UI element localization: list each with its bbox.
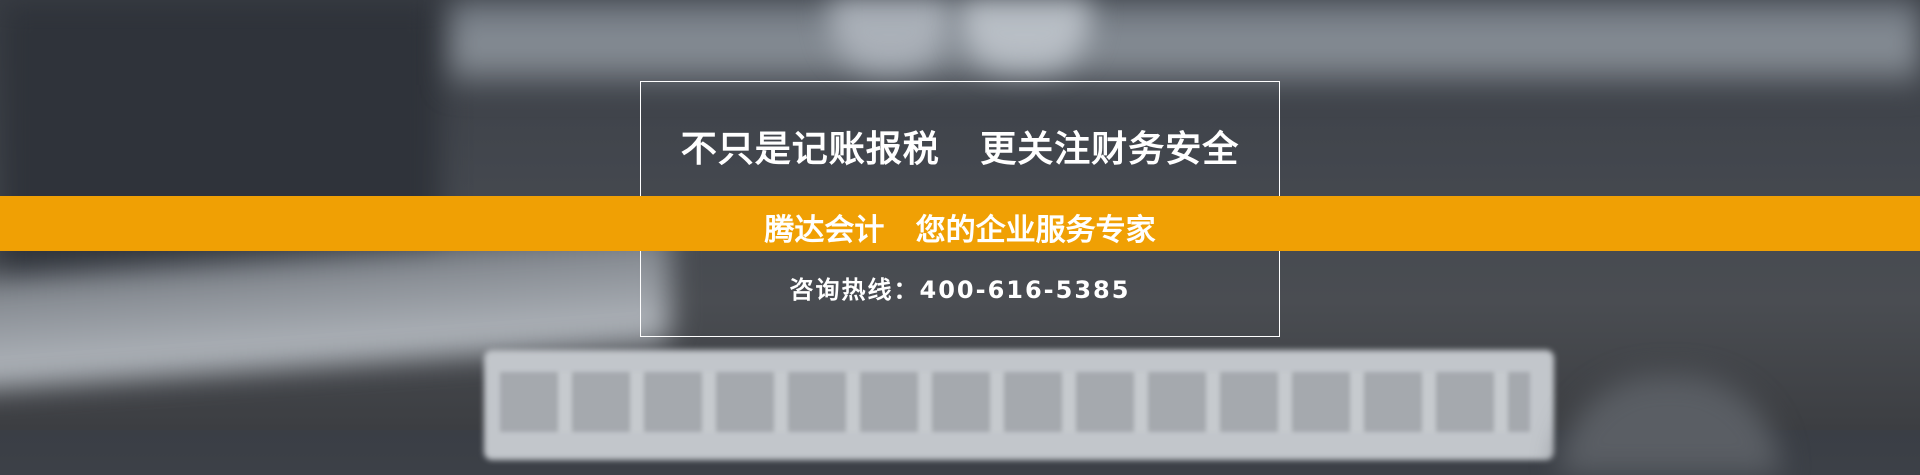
background-mouse [1560, 375, 1780, 475]
headline: 不只是记账报税 更关注财务安全 [680, 129, 1240, 170]
background-keys [500, 372, 1530, 432]
background-cup [960, 0, 1090, 70]
hotline: 咨询热线：400-616-5385 [789, 276, 1131, 304]
background-monitor [450, 0, 1920, 85]
tagline: 腾达会计 您的企业服务专家 [764, 213, 1156, 248]
